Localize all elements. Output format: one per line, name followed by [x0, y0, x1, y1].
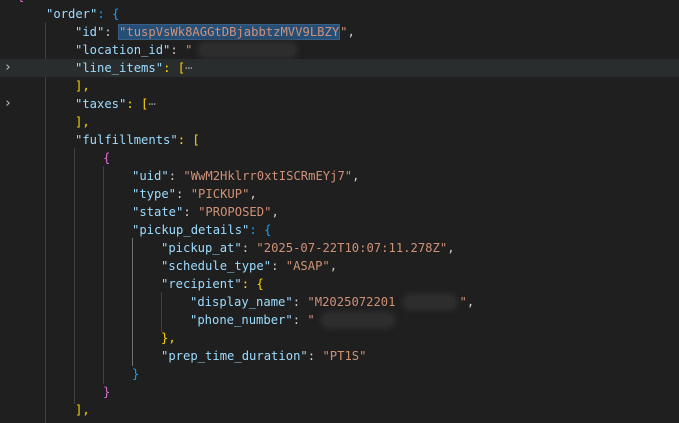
punctuation: :	[292, 295, 308, 309]
punctuation: :	[183, 205, 199, 219]
punctuation: :	[104, 25, 120, 39]
punctuation: :	[170, 43, 186, 57]
json-string-value: "PICKUP"	[190, 187, 250, 201]
punctuation: ],	[75, 79, 90, 93]
redacted-value	[322, 314, 393, 326]
punctuation: ,	[329, 259, 338, 273]
punctuation: : {	[241, 277, 264, 291]
redacted-value	[200, 44, 296, 56]
json-key: "pickup_at"	[161, 241, 242, 255]
folded-ellipsis[interactable]: ⋯	[185, 61, 192, 75]
punctuation: ,	[347, 25, 355, 39]
json-key: "taxes"	[75, 97, 127, 111]
punctuation: ],	[75, 115, 90, 129]
code-line[interactable]: "type": "PICKUP",	[0, 185, 679, 203]
code-line[interactable]: ],	[0, 401, 679, 419]
punctuation: ,	[352, 169, 360, 183]
json-key: "display_name"	[190, 295, 293, 309]
json-editor[interactable]: { "order": { "id": "tuspVsWk8AGGtDBjabbt…	[0, 0, 679, 423]
punctuation: : [	[126, 97, 149, 111]
punctuation: },	[161, 331, 176, 345]
punctuation: ,	[447, 241, 455, 255]
code-line[interactable]: "schedule_type": "ASAP",	[0, 257, 679, 275]
punctuation: :	[271, 259, 286, 273]
code-line[interactable]: "uid": "WwM2Hklrr0xtISCRmEYj7",	[0, 167, 679, 185]
code-line[interactable]: ],	[0, 113, 679, 131]
code-line[interactable]: "recipient": {	[0, 275, 679, 293]
brace: {	[103, 151, 111, 165]
json-key: "phone_number"	[190, 313, 293, 327]
punctuation: : [	[177, 133, 200, 147]
punctuation: :	[176, 187, 191, 201]
code-line[interactable]: {	[0, 149, 679, 167]
code-line[interactable]: }	[0, 383, 679, 401]
string-quote: "	[340, 25, 348, 39]
code-line[interactable]: "fulfillments": [	[0, 131, 679, 149]
json-string-value: "ASAP"	[285, 259, 330, 273]
json-key: "location_id"	[75, 43, 171, 57]
json-string-value: "2025-07-22T10:07:11.278Z"	[256, 241, 448, 255]
json-key: "prep_time_duration"	[161, 349, 308, 363]
punctuation: :	[307, 349, 323, 363]
json-string-value: "WwM2Hklrr0xtISCRmEYj7"	[183, 169, 353, 183]
code-line[interactable]: "prep_time_duration": "PT1S"	[0, 347, 679, 365]
punctuation: : {	[97, 7, 120, 21]
punctuation: :	[292, 313, 308, 327]
json-key: "schedule_type"	[161, 259, 272, 273]
code-line[interactable]: "pickup_details": {	[0, 221, 679, 239]
json-key: "type"	[132, 187, 177, 201]
code-line[interactable]: "pickup_at": "2025-07-22T10:07:11.278Z",	[0, 239, 679, 257]
code-line[interactable]: ],	[0, 77, 679, 95]
json-string-value: "	[185, 43, 193, 57]
json-string-value: "	[307, 313, 315, 327]
json-string-value: "PT1S"	[322, 349, 367, 363]
code-line[interactable]: }	[0, 365, 679, 383]
punctuation: : [	[163, 61, 186, 75]
code-line[interactable]: },	[0, 329, 679, 347]
redacted-value	[405, 296, 456, 308]
json-key: "state"	[132, 205, 184, 219]
punctuation: ,	[466, 295, 475, 309]
json-key: "order"	[46, 7, 98, 21]
folded-ellipsis[interactable]: ⋯	[148, 97, 155, 111]
json-string-value: "tuspVsWk8AGGtDBjabbtzMVV9LBZY"	[118, 24, 348, 40]
json-key: "uid"	[132, 169, 169, 183]
json-string-value: "PROPOSED"	[198, 205, 272, 219]
code-line[interactable]: "order": {	[0, 5, 679, 23]
code-line[interactable]: "id": "tuspVsWk8AGGtDBjabbtzMVV9LBZY",	[0, 23, 679, 41]
json-key: "recipient"	[161, 277, 242, 291]
selection-highlight: "tuspVsWk8AGGtDBjabbtzMVV9LBZY	[118, 24, 341, 40]
json-string-value: "M2025072201	[307, 295, 396, 309]
punctuation: ],	[75, 403, 90, 417]
fold-chevron-icon[interactable]: ›	[2, 95, 14, 113]
code-line[interactable]: "location_id": "	[0, 41, 679, 59]
punctuation: : {	[249, 223, 272, 237]
string-quote: "	[459, 295, 467, 309]
brace: }	[132, 367, 140, 381]
punctuation: ,	[271, 205, 279, 219]
punctuation: :	[168, 169, 184, 183]
fold-chevron-icon[interactable]: ›	[2, 59, 14, 77]
code-line-folded[interactable]: › "taxes": [⋯	[0, 95, 679, 113]
code-line[interactable]: "display_name": "M2025072201 ",	[0, 293, 679, 311]
code-line[interactable]: "state": "PROPOSED",	[0, 203, 679, 221]
code-line[interactable]: "phone_number": "	[0, 311, 679, 329]
json-key: "id"	[75, 25, 105, 39]
code-line-folded[interactable]: › "line_items": [⋯	[0, 59, 679, 77]
punctuation: :	[241, 241, 257, 255]
json-key: "pickup_details"	[132, 223, 250, 237]
json-key: "fulfillments"	[75, 133, 178, 147]
brace: }	[103, 385, 111, 399]
json-key: "line_items"	[75, 61, 164, 75]
brace: {	[17, 0, 24, 3]
punctuation: ,	[249, 187, 257, 201]
